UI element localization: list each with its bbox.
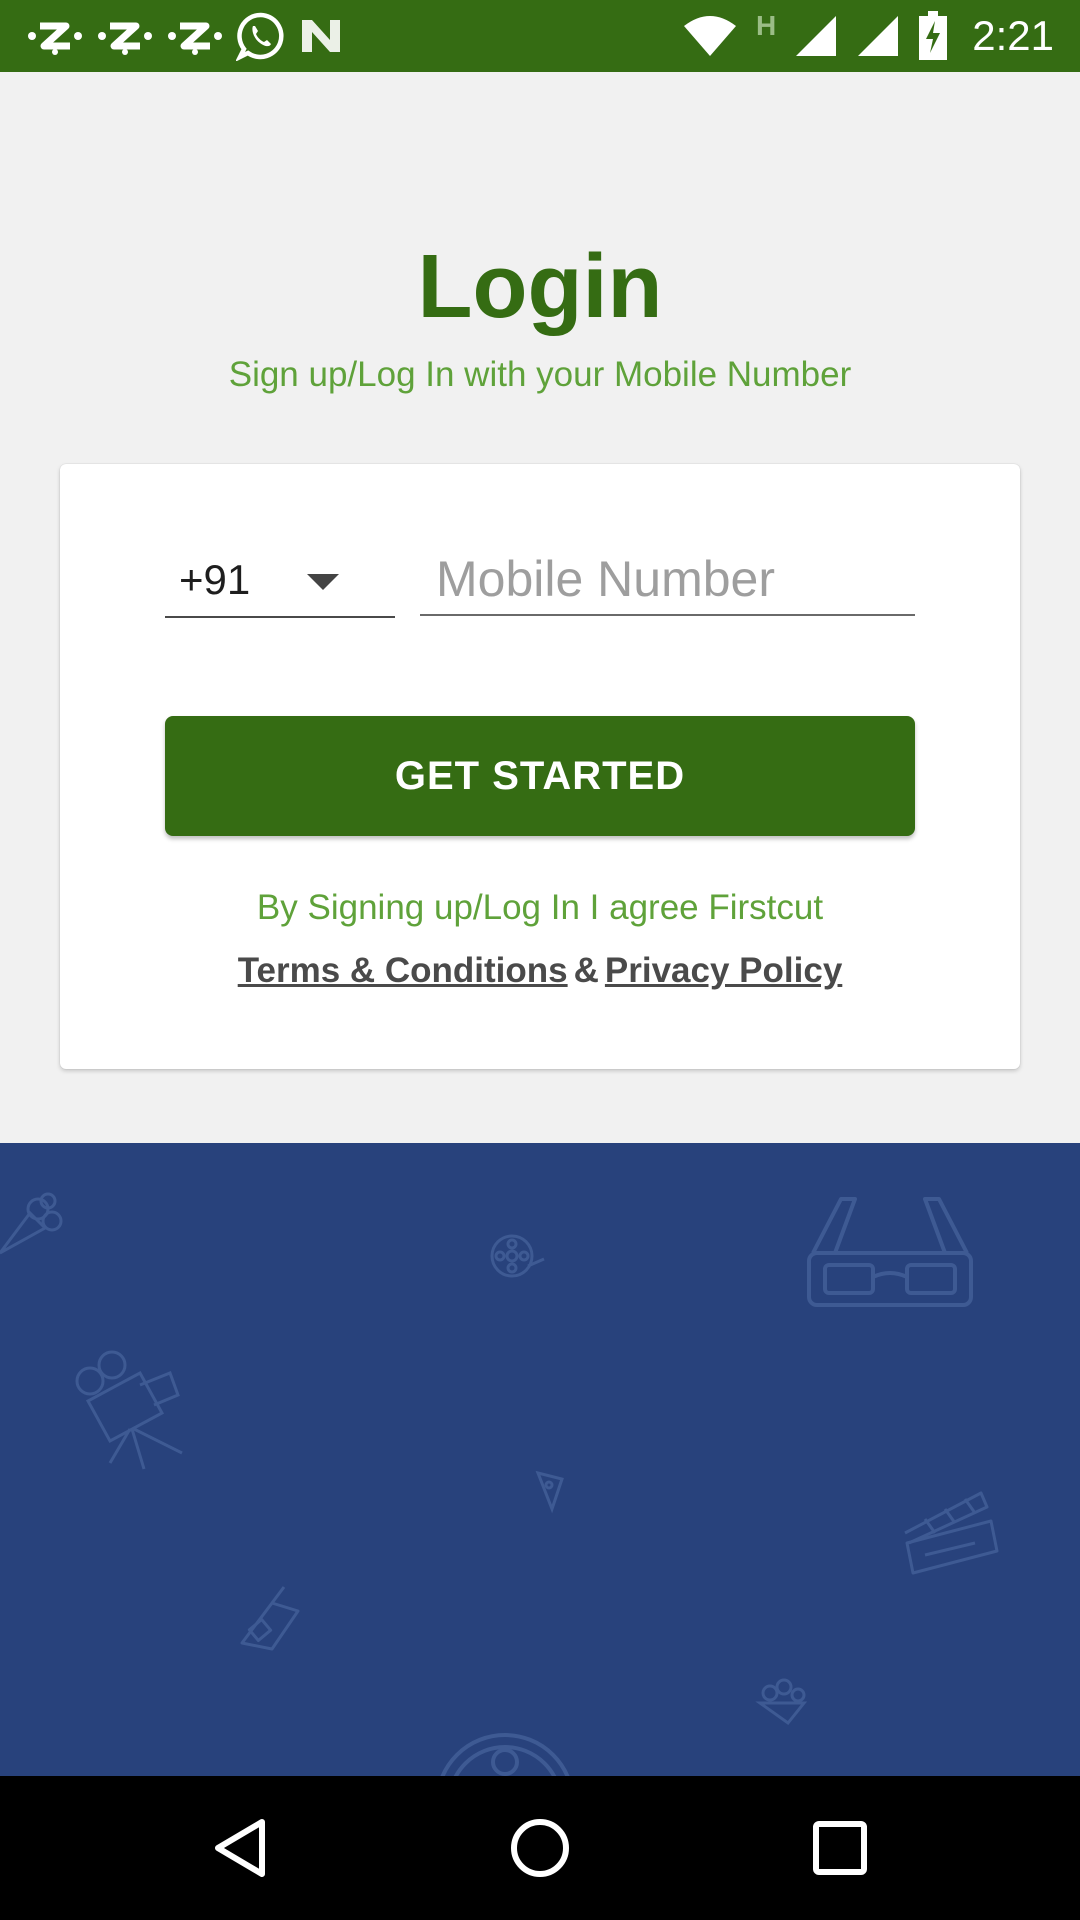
3d-glasses-icon [807, 1197, 973, 1307]
film-reel-icon [490, 1234, 545, 1278]
legal-links: Terms & Conditions & Privacy Policy [60, 949, 1020, 993]
clapperboard-icon [904, 1491, 999, 1575]
terms-conditions-link[interactable]: Terms & Conditions [238, 951, 568, 990]
signal-icon [858, 16, 899, 56]
country-code-dropdown[interactable]: +91 [165, 544, 395, 618]
mobile-number-input[interactable] [420, 544, 915, 616]
z-app-icon [168, 22, 222, 55]
battery-charging-icon [919, 11, 948, 60]
system-icons: H 2:21 [682, 0, 1054, 72]
home-button[interactable] [470, 1776, 610, 1920]
dropdown-caret-icon [307, 574, 339, 590]
wifi-icon [684, 16, 737, 56]
film-reel-large-icon [440, 1733, 570, 1776]
movie-camera-icon [75, 1350, 183, 1470]
background-pattern [0, 1143, 1080, 1776]
back-icon [215, 1819, 265, 1877]
page-title: Login [417, 237, 663, 337]
recents-icon [813, 1821, 867, 1875]
n-app-icon [302, 20, 340, 52]
privacy-policy-link[interactable]: Privacy Policy [605, 951, 842, 990]
z-app-icon [98, 22, 152, 55]
popcorn-icon [0, 1192, 63, 1255]
pizza-slice-icon [535, 1470, 564, 1514]
home-icon [511, 1819, 569, 1877]
country-code-value: +91 [179, 556, 251, 603]
network-type-label: H [756, 10, 777, 41]
popcorn-small-icon [755, 1678, 808, 1726]
signal-icon [796, 16, 837, 56]
navigation-bar [0, 1776, 1080, 1920]
login-card: +91 GET STARTED By Signing up/Log In I a… [60, 464, 1020, 1069]
back-button[interactable] [170, 1776, 310, 1920]
recents-button[interactable] [770, 1776, 910, 1920]
whatsapp-icon [236, 12, 284, 61]
page-subtitle: Sign up/Log In with your Mobile Number [228, 355, 852, 394]
notification-icons [26, 0, 344, 72]
get-started-button[interactable]: GET STARTED [165, 716, 915, 836]
glasses-small-icon [240, 1586, 300, 1651]
status-bar-clock: 2:21 [972, 12, 1054, 59]
ampersand-text: & [573, 951, 599, 990]
agreement-text: By Signing up/Log In I agree Firstcut [256, 888, 824, 927]
z-app-icon [28, 22, 82, 55]
status-bar: H 2:21 [0, 0, 1080, 72]
